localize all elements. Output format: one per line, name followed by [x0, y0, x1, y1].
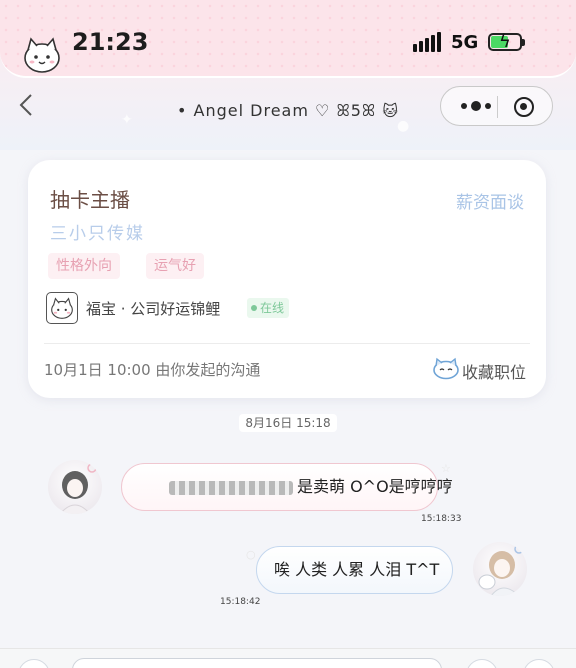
message-text: 是卖萌 O^O是哼哼哼 [297, 477, 453, 496]
star-decoration-icon: ☆ [441, 462, 451, 475]
capsule-divider [497, 96, 498, 118]
title-cat-icon: 🐱 [382, 102, 399, 120]
message-bubble-outgoing[interactable]: 唉 人类 人累 人泪 T^T [256, 546, 453, 594]
voice-button[interactable] [18, 659, 50, 668]
circle-decoration-icon: ○ [246, 548, 256, 561]
more-actions-button[interactable] [523, 659, 555, 668]
favorite-job-button[interactable]: 收藏职位 [432, 356, 532, 382]
message-timestamp: 15:18:33 [421, 514, 462, 524]
salary-label: 薪资面谈 [456, 193, 524, 213]
status-time: 21:23 [72, 28, 149, 56]
mini-program-capsule [440, 86, 553, 126]
cat-sticker-icon [24, 37, 60, 73]
emoji-button[interactable] [466, 659, 498, 668]
online-status-badge: 在线 [247, 298, 290, 318]
battery-charging-icon: ϟ [488, 31, 525, 52]
message-bubble-incoming[interactable]: 是卖萌 O^O是哼哼哼 [121, 463, 453, 511]
my-avatar[interactable] [473, 542, 527, 596]
page-title-text: • Angel Dream ♡ ꕤ5ꕤ [177, 101, 377, 120]
chat-input-bar [0, 648, 576, 668]
company-name: 三小只传媒 [50, 224, 145, 244]
message-input[interactable] [72, 658, 442, 668]
signal-icon [413, 32, 443, 52]
favorite-job-label: 收藏职位 [462, 363, 527, 382]
recruiter-avatar [46, 292, 78, 324]
status-bar: 21:23 5G ϟ [0, 0, 576, 78]
recruiter-name: 福宝 · 公司好运锦鲤 [86, 300, 221, 318]
conversation-info: 10月1日 10:00 由你发起的沟通 [44, 361, 261, 379]
tag-luck: 运气好 [146, 253, 204, 279]
online-status-text: 在线 [260, 301, 285, 315]
more-dots-icon[interactable] [459, 97, 493, 115]
tag-personality: 性格外向 [48, 253, 120, 279]
online-dot-icon [251, 305, 257, 311]
cat-favorite-icon [433, 357, 459, 380]
date-separator-text: 8月16日 15:18 [239, 414, 337, 432]
target-circle-icon[interactable] [514, 97, 534, 117]
other-avatar[interactable] [48, 460, 102, 514]
redacted-text [169, 480, 293, 495]
network-type: 5G [451, 32, 479, 53]
message-text: 唉 人类 人累 人泪 T^T [274, 560, 440, 579]
job-card[interactable]: 抽卡主播 薪资面谈 三小只传媒 性格外向 运气好 福宝 · 公司好运锦鲤 在线 … [28, 160, 546, 398]
date-separator: 8月16日 15:18 [0, 414, 576, 432]
message-timestamp: 15:18:42 [220, 597, 261, 607]
job-title: 抽卡主播 [50, 188, 130, 212]
card-divider [44, 343, 530, 344]
